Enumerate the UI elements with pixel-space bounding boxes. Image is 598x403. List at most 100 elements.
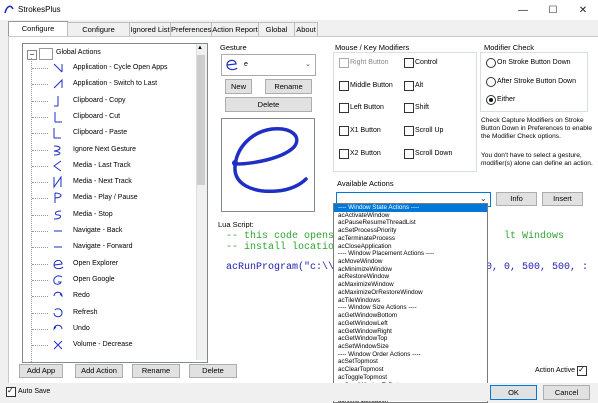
tab-configure-actions[interactable]: Configure Actions <box>8 21 68 46</box>
action-active-checkbox[interactable]: ✓ <box>577 365 587 376</box>
dropdown-item[interactable]: acGetWindowLeft <box>334 320 487 328</box>
tree-scroll-thumb[interactable] <box>197 55 205 185</box>
dropdown-item[interactable]: acMaximizeWindow <box>334 281 487 289</box>
tab-action-report[interactable]: Action Report <box>211 22 259 36</box>
tree-item[interactable]: Ignore Next Gesture <box>23 143 197 158</box>
dropdown-item[interactable]: ---- Window State Actions ---- <box>334 204 487 212</box>
modifier-checkbox[interactable] <box>404 58 414 68</box>
tree-connector <box>32 231 48 232</box>
tree-item[interactable]: Redo <box>23 289 197 304</box>
dropdown-item[interactable]: acMoveWindow <box>334 258 487 266</box>
tree-connector <box>32 182 48 184</box>
tree-item-label: Media - Next Track <box>73 178 132 186</box>
modifier-checkbox[interactable] <box>404 126 414 136</box>
tree-item[interactable]: Open Explorer <box>23 257 197 272</box>
chevron-down-icon: ⌄ <box>305 61 311 68</box>
close-button[interactable]: ✕ <box>568 0 598 20</box>
dropdown-item[interactable]: acMaximizeOrRestoreWindow <box>334 289 487 297</box>
tree-item[interactable]: Media - Next Track <box>23 175 197 190</box>
action-tree[interactable]: − Global Actions Application - Cycle Ope… <box>22 43 208 363</box>
dropdown-item[interactable]: acSetWindowSize <box>334 343 487 351</box>
cancel-button[interactable]: Cancel <box>543 385 590 400</box>
insert-button[interactable]: Insert <box>542 192 583 206</box>
dropdown-item[interactable]: acGetWindowTop <box>334 335 487 343</box>
tree-item[interactable]: Media - Last Track <box>23 159 197 174</box>
tree-root-label[interactable]: Global Actions <box>56 49 101 56</box>
dropdown-item[interactable]: ---- Window Placement Actions ---- <box>334 250 487 258</box>
dropdown-item[interactable]: acTerminateProcess <box>334 235 487 243</box>
tree-item[interactable]: Navigate - Back <box>23 224 197 239</box>
tree-item[interactable]: Navigate - Forward <box>23 240 197 255</box>
stroke-back-icon <box>54 230 62 232</box>
dropdown-item[interactable]: acTileWindows <box>334 297 487 305</box>
dropdown-item[interactable]: acRestoreWindow <box>334 273 487 281</box>
tree-item[interactable]: Clipboard - Cut <box>23 110 197 125</box>
modifier-check-radio[interactable] <box>486 58 496 68</box>
tree-item[interactable]: Media - Stop <box>23 208 197 223</box>
dropdown-item[interactable]: acCloseApplication <box>334 243 487 251</box>
scroll-up-icon[interactable]: ▲ <box>197 45 203 51</box>
gesture-delete-button[interactable]: Delete <box>225 97 312 112</box>
title-bar: StrokesPlus — ☐ ✕ <box>0 0 598 20</box>
gesture-select[interactable]: e ⌄ <box>221 54 316 76</box>
dropdown-item[interactable]: acSetProcessPriority <box>334 227 487 235</box>
modifier-checkbox[interactable] <box>404 81 414 91</box>
tab-global-lua[interactable]: Global Lua <box>258 22 295 47</box>
gesture-rename-button[interactable]: Rename <box>265 79 312 94</box>
modifier-checkbox[interactable] <box>339 126 349 136</box>
modifier-checkbox[interactable] <box>339 81 349 91</box>
modifier-label: Alt <box>415 82 424 89</box>
dropdown-item[interactable]: acClearTopmost <box>334 366 487 374</box>
tree-connector <box>32 68 48 69</box>
tree-item[interactable]: Clipboard - Paste <box>23 126 197 141</box>
modifier-checkbox[interactable] <box>339 103 349 113</box>
actions-dropdown-list[interactable]: ---- Window State Actions ---- acActivate… <box>333 203 488 403</box>
dropdown-item[interactable]: acGetWindowRight <box>334 328 487 336</box>
dropdown-item[interactable]: ---- Window Size Actions ---- <box>334 304 487 312</box>
tree-item[interactable]: Refresh <box>23 306 197 321</box>
close-icon: ✕ <box>578 4 588 16</box>
dropdown-item[interactable]: acGetWindowBottom <box>334 312 487 320</box>
ok-button[interactable]: OK <box>490 385 537 400</box>
tree-item[interactable]: Undo <box>23 322 197 337</box>
dropdown-item[interactable]: acPauseResumeThreadList <box>334 219 487 227</box>
stroke-ignore-icon <box>53 145 61 155</box>
add-app-button[interactable]: Add App <box>19 364 63 378</box>
modifier-checkbox[interactable] <box>339 149 349 159</box>
dropdown-item[interactable]: acMinimizeWindow <box>334 266 487 274</box>
dropdown-item[interactable]: ---- Window Order Actions ---- <box>334 351 487 359</box>
modifier-checkbox[interactable] <box>339 58 349 68</box>
tree-item[interactable]: Volume - Decrease <box>23 338 197 353</box>
modifier-checkbox[interactable] <box>404 103 414 113</box>
tab-preferences[interactable]: Preferences <box>170 22 212 36</box>
gesture-new-button[interactable]: New <box>225 79 252 94</box>
tree-item-label: Application - Switch to Last <box>73 80 158 88</box>
dropdown-item[interactable]: acActivateWindow <box>334 212 487 220</box>
tree-connector <box>32 345 48 347</box>
tree-item[interactable]: Open Google <box>23 273 197 288</box>
dropdown-item[interactable]: acSetTopmost <box>334 358 487 366</box>
maximize-button[interactable]: ☐ <box>538 0 568 20</box>
rename-action-button[interactable]: Rename <box>132 364 180 378</box>
modifier-label: Middle Button <box>350 82 393 89</box>
tab-ignored-list[interactable]: Ignored List <box>129 22 171 36</box>
auto-save-checkbox[interactable]: ✓ <box>6 386 16 397</box>
tree-item[interactable]: Application - Switch to Last <box>23 77 197 92</box>
auto-save-label: Auto Save <box>18 388 51 395</box>
minimize-icon: — <box>518 4 528 16</box>
modifier-check-radio[interactable] <box>486 77 496 87</box>
tab-configure-hotkeys[interactable]: Configure Hotkeys <box>67 22 130 47</box>
modifier-checkbox[interactable] <box>404 149 414 159</box>
tab-about[interactable]: About <box>294 22 318 36</box>
collapse-icon[interactable]: − <box>27 50 37 60</box>
modifier-check-radio[interactable] <box>486 95 496 105</box>
delete-action-button[interactable]: Delete <box>189 364 237 378</box>
minimize-button[interactable]: — <box>508 0 538 20</box>
tree-item[interactable]: Media - Play / Pause <box>23 191 197 206</box>
info-button[interactable]: Info <box>496 192 537 206</box>
tree-item[interactable]: Clipboard - Copy <box>23 94 197 109</box>
tree-item[interactable]: Application - Cycle Open Apps <box>23 61 197 76</box>
add-action-button[interactable]: Add Action <box>75 364 123 378</box>
dropdown-item[interactable]: acToggleTopmost <box>334 374 487 382</box>
action-active-label: Action Active <box>535 367 576 374</box>
